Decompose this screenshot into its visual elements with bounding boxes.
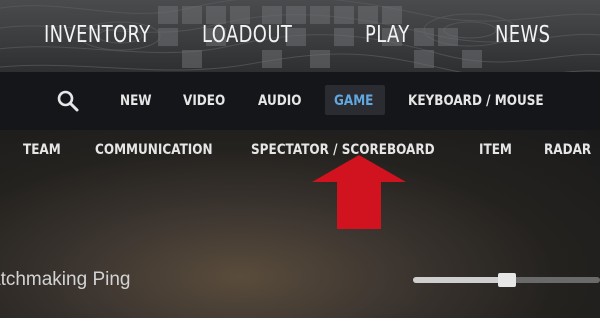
subtab-item[interactable]: ITEM — [479, 142, 512, 158]
subtab-team[interactable]: TEAM — [23, 142, 61, 158]
nav-item-inventory[interactable]: INVENTORY — [44, 22, 151, 48]
subtab-radar[interactable]: RADAR — [544, 142, 591, 158]
red-arrow-annotation — [312, 155, 406, 229]
settings-tab-game[interactable]: GAME — [334, 93, 373, 109]
settings-tab-new[interactable]: NEW — [120, 93, 152, 109]
game-subtabs: TEAM COMMUNICATION SPECTATOR / SCOREBOAR… — [0, 130, 600, 172]
nav-item-play[interactable]: PLAY — [365, 22, 410, 48]
matchmaking-ping-label: atchmaking Ping — [0, 269, 131, 290]
nav-item-loadout[interactable]: LOADOUT — [202, 22, 292, 48]
settings-category-bar: NEW VIDEO AUDIO GAME KEYBOARD / MOUSE — [0, 72, 600, 130]
settings-tab-audio[interactable]: AUDIO — [258, 93, 301, 109]
matchmaking-ping-slider[interactable] — [413, 273, 600, 287]
subtab-communication[interactable]: COMMUNICATION — [95, 142, 213, 158]
slider-thumb[interactable] — [497, 273, 516, 287]
settings-tab-keyboard-mouse[interactable]: KEYBOARD / MOUSE — [408, 93, 544, 109]
search-icon[interactable] — [56, 89, 80, 113]
game-settings-panel: TEAM COMMUNICATION SPECTATOR / SCOREBOAR… — [0, 130, 600, 318]
main-nav: INVENTORY LOADOUT PLAY NEWS — [0, 0, 600, 72]
nav-item-news[interactable]: NEWS — [495, 22, 550, 48]
slider-fill — [413, 277, 507, 283]
settings-tab-video[interactable]: VIDEO — [183, 93, 225, 109]
main-nav-bar: INVENTORY LOADOUT PLAY NEWS — [0, 0, 600, 72]
